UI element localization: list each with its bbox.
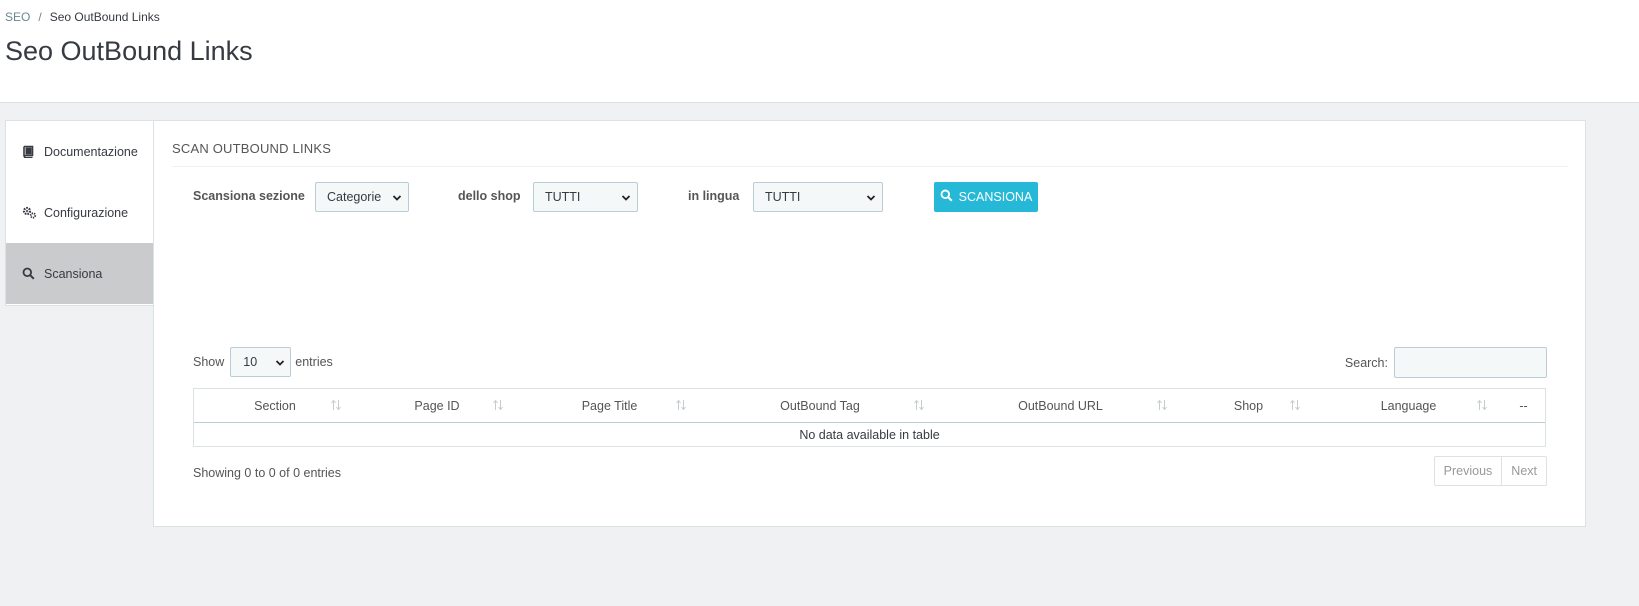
sidebar-item-label: Scansiona bbox=[44, 266, 103, 281]
sidebar-item-label: Documentazione bbox=[44, 144, 138, 159]
scan-button[interactable]: SCANSIONA bbox=[934, 182, 1038, 212]
scan-panel: SCAN OUTBOUND LINKS Scansiona sezione Ca… bbox=[153, 120, 1586, 527]
next-page-button[interactable]: Next bbox=[1501, 457, 1546, 485]
column-header-label: Page ID bbox=[414, 398, 460, 413]
empty-message: No data available in table bbox=[799, 427, 940, 442]
pagination: Previous Next bbox=[1433, 456, 1547, 486]
book-icon bbox=[22, 145, 40, 158]
table-header-row: Section Page ID Page Title OutBound Tag … bbox=[194, 389, 1545, 423]
cogs-icon bbox=[22, 206, 40, 219]
search-input[interactable] bbox=[1394, 347, 1547, 378]
show-label: Show bbox=[193, 355, 225, 369]
page-title: Seo OutBound Links bbox=[5, 36, 253, 66]
breadcrumb: SEO / Seo OutBound Links bbox=[5, 10, 160, 24]
shop-select[interactable]: TUTTI bbox=[533, 182, 638, 212]
column-header-outbound-url[interactable]: OutBound URL bbox=[939, 389, 1182, 423]
search-label: Search: bbox=[1344, 355, 1388, 370]
table-empty-row: No data available in table bbox=[194, 423, 1545, 446]
column-header-language[interactable]: Language bbox=[1315, 389, 1502, 423]
scan-button-label: SCANSIONA bbox=[958, 190, 1033, 204]
sort-icon bbox=[330, 399, 342, 414]
shop-label: dello shop bbox=[458, 189, 521, 203]
panel-heading: SCAN OUTBOUND LINKS bbox=[172, 141, 1568, 167]
table-info: Showing 0 to 0 of 0 entries bbox=[193, 466, 342, 480]
column-header-label: OutBound Tag bbox=[780, 398, 860, 413]
column-header-page-title[interactable]: Page Title bbox=[518, 389, 701, 423]
sidebar: Documentazione Configurazione Scansiona bbox=[5, 120, 154, 306]
language-select-value: TUTTI bbox=[765, 190, 801, 204]
language-label: in lingua bbox=[688, 189, 740, 203]
breadcrumb-separator: / bbox=[38, 10, 42, 24]
sort-icon bbox=[1156, 399, 1168, 414]
shop-select-value: TUTTI bbox=[545, 190, 581, 204]
table-search: Search: bbox=[1345, 347, 1547, 378]
column-header-outbound-tag[interactable]: OutBound Tag bbox=[701, 389, 939, 423]
sort-icon bbox=[913, 399, 925, 414]
sidebar-item-label: Configurazione bbox=[44, 205, 129, 220]
column-header-shop[interactable]: Shop bbox=[1182, 389, 1315, 423]
section-select-value: Categorie bbox=[327, 190, 382, 204]
sort-icon bbox=[1289, 399, 1301, 414]
column-header-page-id[interactable]: Page ID bbox=[356, 389, 518, 423]
sort-icon bbox=[492, 399, 504, 414]
column-header-actions: -- bbox=[1502, 389, 1545, 423]
entries-label: entries bbox=[295, 355, 333, 369]
search-icon bbox=[22, 267, 40, 280]
entries-per-page-select[interactable]: 10 bbox=[230, 347, 292, 377]
chevron-down-icon bbox=[275, 357, 285, 371]
column-header-label: -- bbox=[1519, 398, 1528, 413]
column-header-label: Language bbox=[1380, 398, 1437, 413]
previous-page-button[interactable]: Previous bbox=[1435, 457, 1502, 485]
chevron-down-icon bbox=[621, 192, 631, 206]
breadcrumb-current: Seo OutBound Links bbox=[49, 10, 160, 24]
page-header: SEO / Seo OutBound Links Seo OutBound Link… bbox=[0, 0, 1639, 103]
chevron-down-icon bbox=[392, 192, 402, 206]
sort-icon bbox=[675, 399, 687, 414]
column-header-label: Shop bbox=[1233, 398, 1264, 413]
chevron-down-icon bbox=[866, 192, 876, 206]
sidebar-item-scansiona[interactable]: Scansiona bbox=[6, 243, 154, 304]
column-header-label: OutBound URL bbox=[1018, 398, 1103, 413]
section-select[interactable]: Categorie bbox=[315, 182, 409, 212]
sort-icon bbox=[1476, 399, 1488, 414]
sidebar-item-configurazione[interactable]: Configurazione bbox=[6, 182, 154, 243]
sidebar-item-documentazione[interactable]: Documentazione bbox=[6, 121, 154, 182]
outbound-links-table: Section Page ID Page Title OutBound Tag … bbox=[193, 388, 1546, 447]
section-label: Scansiona sezione bbox=[193, 189, 305, 203]
column-header-section[interactable]: Section bbox=[194, 389, 356, 423]
language-select[interactable]: TUTTI bbox=[753, 182, 883, 212]
search-icon bbox=[940, 189, 953, 205]
column-header-label: Section bbox=[254, 398, 296, 413]
column-header-label: Page Title bbox=[581, 398, 638, 413]
entries-per-page-value: 10 bbox=[243, 355, 258, 369]
table-length-control: Show 10 entries bbox=[193, 347, 333, 377]
breadcrumb-root-link[interactable]: SEO bbox=[5, 10, 30, 24]
